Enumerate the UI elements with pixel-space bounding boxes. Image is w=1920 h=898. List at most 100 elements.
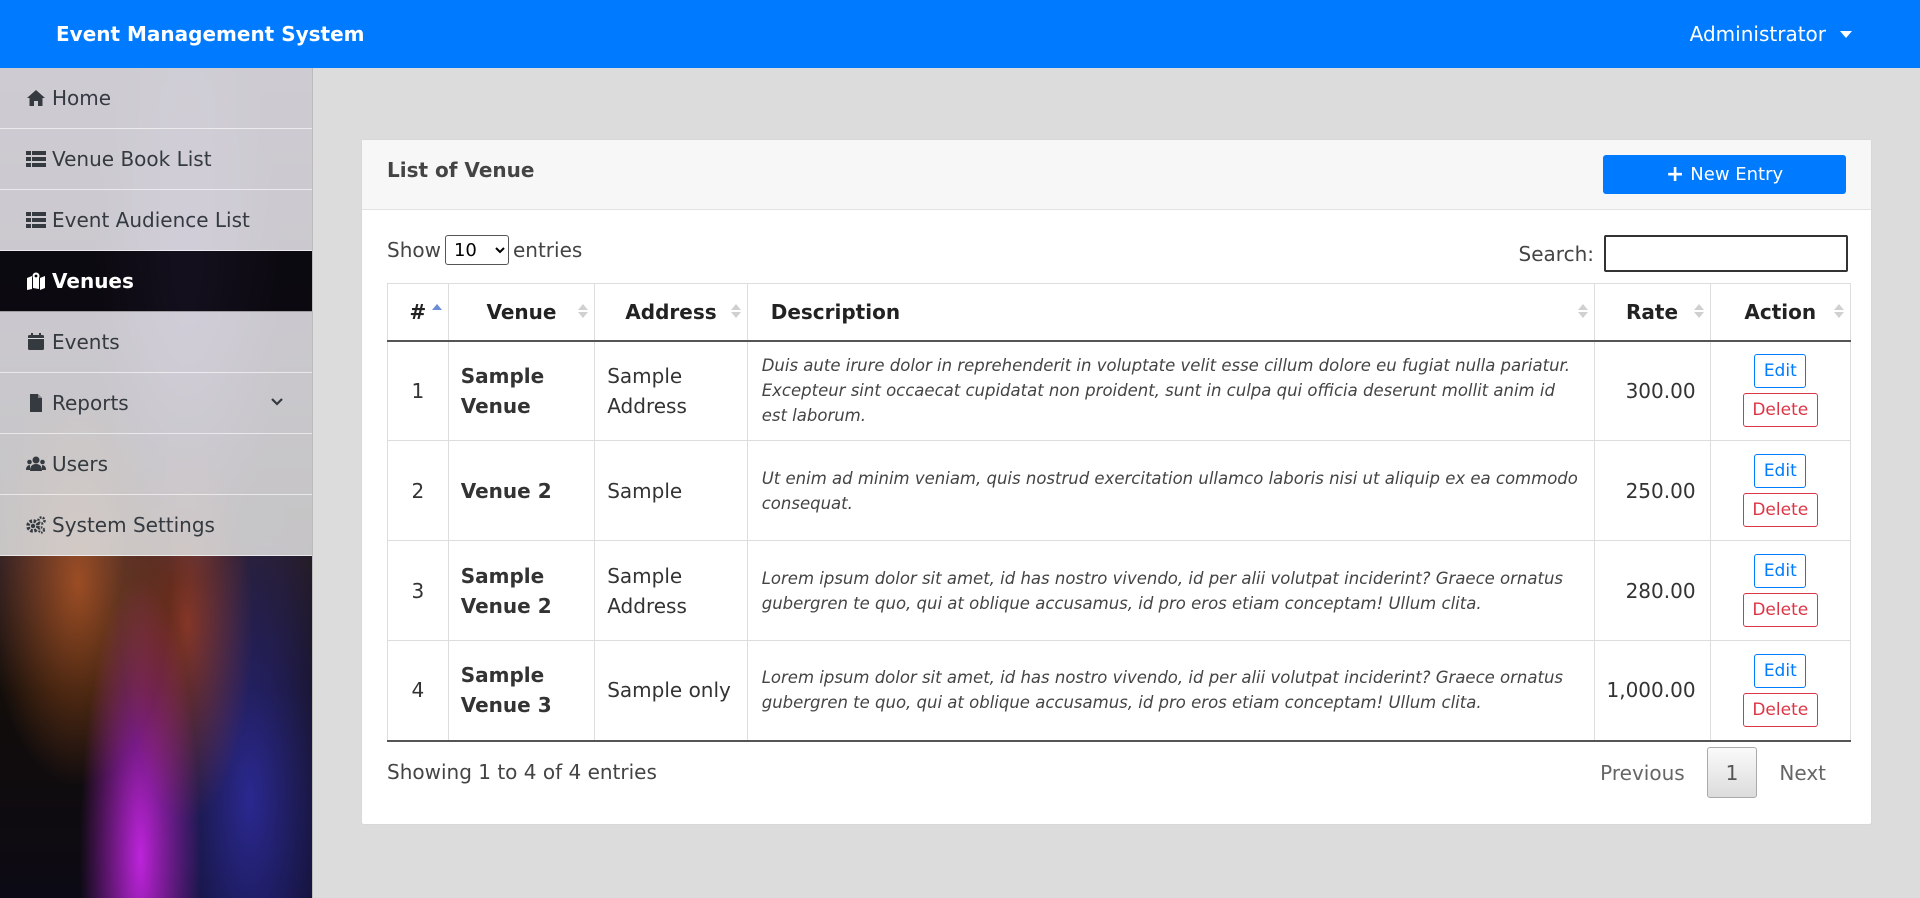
- venue-table: # Venue Address Description Rate Action …: [387, 283, 1852, 742]
- list-icon: [26, 211, 46, 229]
- venue-rate: 1,000.00: [1593, 640, 1711, 742]
- page-1-button[interactable]: 1: [1706, 747, 1758, 798]
- venue-description: Ut enim ad minim veniam, quis nostrud ex…: [746, 440, 1595, 541]
- show-label: Show: [387, 238, 441, 262]
- table-row: 2 Venue 2 Sample Ut enim ad minim veniam…: [387, 440, 1852, 541]
- venue-description: Lorem ipsum dolor sit amet, id has nostr…: [746, 640, 1595, 742]
- sidebar-item-home[interactable]: Home: [0, 68, 312, 129]
- venue-name: Sample Venue: [447, 340, 596, 441]
- sidebar-item-label: Home: [52, 86, 112, 110]
- table-controls: Show 10 entries Search:: [387, 235, 1848, 275]
- venue-address: Sample: [594, 440, 748, 541]
- edit-button[interactable]: Edit: [1754, 354, 1807, 389]
- sidebar-item-label: Reports: [52, 391, 129, 415]
- row-actions: Edit Delete: [1709, 540, 1852, 641]
- plus-icon: +: [1665, 161, 1685, 187]
- pagination: Previous 1 Next: [1578, 747, 1848, 798]
- row-actions: Edit Delete: [1709, 340, 1852, 441]
- column-label: Venue: [486, 299, 557, 324]
- search-control: Search:: [1519, 235, 1848, 272]
- table-row: 4 Sample Venue 3 Sample only Lorem ipsum…: [387, 640, 1852, 742]
- new-entry-label: New Entry: [1690, 164, 1784, 185]
- top-navbar: Event Management System Administrator: [0, 0, 1920, 68]
- column-header-number[interactable]: #: [387, 283, 449, 342]
- sidebar-item-label: Events: [52, 330, 120, 354]
- file-icon: [26, 394, 46, 412]
- edit-button[interactable]: Edit: [1754, 554, 1807, 588]
- next-page-button[interactable]: Next: [1757, 747, 1848, 798]
- sidebar-item-reports[interactable]: Reports: [0, 373, 312, 434]
- table-row: 3 Sample Venue 2 Sample Address Lorem ip…: [387, 540, 1852, 641]
- column-label: Address: [625, 299, 717, 324]
- row-number: 3: [387, 540, 449, 641]
- row-number: 4: [387, 640, 449, 742]
- cogs-icon: [26, 516, 46, 534]
- venue-description: Duis aute irure dolor in reprehenderit i…: [746, 340, 1595, 441]
- sidebar-item-label: System Settings: [52, 513, 215, 537]
- search-input[interactable]: [1604, 235, 1848, 272]
- column-label: Description: [770, 299, 901, 324]
- table-header-row: # Venue Address Description Rate Action: [387, 283, 1852, 342]
- table-info: Showing 1 to 4 of 4 entries: [387, 760, 657, 784]
- column-header-venue[interactable]: Venue: [447, 283, 596, 342]
- table-row: 1 Sample Venue Sample Address Duis aute …: [387, 340, 1852, 441]
- column-label: #: [409, 299, 427, 324]
- caret-down-icon: [1840, 30, 1852, 38]
- entries-label: entries: [512, 238, 583, 262]
- sort-icon: [1577, 304, 1588, 318]
- users-icon: [26, 455, 46, 473]
- sort-icon: [431, 304, 442, 318]
- delete-button[interactable]: Delete: [1742, 493, 1818, 527]
- map-marked-icon: [26, 272, 46, 290]
- row-number: 2: [387, 440, 449, 541]
- user-name: Administrator: [1689, 22, 1826, 46]
- calendar-icon: [26, 333, 46, 351]
- page-title: List of Venue: [387, 157, 535, 182]
- venue-address: Sample only: [594, 640, 748, 742]
- venue-rate: 280.00: [1593, 540, 1711, 641]
- venue-rate: 250.00: [1593, 440, 1711, 541]
- sidebar-item-label: Venue Book List: [52, 147, 212, 171]
- card-header: List of Venue + New Entry: [362, 140, 1871, 210]
- sidebar-item-system-settings[interactable]: System Settings: [0, 495, 312, 556]
- sidebar: Home Venue Book List Event Audience List…: [0, 68, 313, 898]
- new-entry-button[interactable]: + New Entry: [1603, 155, 1846, 194]
- delete-button[interactable]: Delete: [1742, 692, 1818, 727]
- page-length-control: Show 10 entries: [387, 235, 582, 265]
- venue-rate: 300.00: [1593, 340, 1711, 441]
- column-header-address[interactable]: Address: [594, 283, 748, 342]
- delete-button[interactable]: Delete: [1742, 593, 1818, 627]
- venue-list-card: List of Venue + New Entry Show 10 entrie…: [361, 139, 1872, 825]
- sort-icon: [1834, 304, 1844, 318]
- previous-page-button[interactable]: Previous: [1578, 747, 1707, 798]
- column-label: Action: [1744, 299, 1817, 324]
- delete-button[interactable]: Delete: [1742, 393, 1818, 428]
- sidebar-item-event-audience-list[interactable]: Event Audience List: [0, 190, 312, 251]
- column-header-description[interactable]: Description: [746, 283, 1595, 342]
- row-actions: Edit Delete: [1709, 440, 1852, 541]
- edit-button[interactable]: Edit: [1754, 653, 1807, 688]
- edit-button[interactable]: Edit: [1754, 454, 1807, 488]
- sidebar-item-venues[interactable]: Venues: [0, 251, 312, 312]
- sidebar-item-users[interactable]: Users: [0, 434, 312, 495]
- venue-name: Sample Venue 3: [447, 640, 596, 742]
- venue-description: Lorem ipsum dolor sit amet, id has nostr…: [746, 540, 1595, 641]
- sort-icon: [1693, 304, 1704, 318]
- user-dropdown[interactable]: Administrator: [1690, 22, 1864, 46]
- page-length-select[interactable]: 10: [444, 235, 509, 265]
- row-actions: Edit Delete: [1709, 640, 1852, 742]
- app-brand[interactable]: Event Management System: [56, 22, 365, 46]
- column-header-rate[interactable]: Rate: [1593, 283, 1711, 342]
- venue-address: Sample Address: [594, 340, 748, 441]
- sort-icon: [730, 304, 741, 318]
- column-header-action[interactable]: Action: [1709, 283, 1852, 342]
- chevron-down-icon[interactable]: [270, 395, 284, 409]
- sidebar-item-events[interactable]: Events: [0, 312, 312, 373]
- sidebar-item-venue-book-list[interactable]: Venue Book List: [0, 129, 312, 190]
- column-label: Rate: [1626, 299, 1679, 324]
- home-icon: [26, 89, 46, 107]
- row-number: 1: [387, 340, 449, 441]
- sort-icon: [578, 304, 589, 318]
- venue-name: Sample Venue 2: [447, 540, 596, 641]
- search-label: Search:: [1518, 241, 1594, 266]
